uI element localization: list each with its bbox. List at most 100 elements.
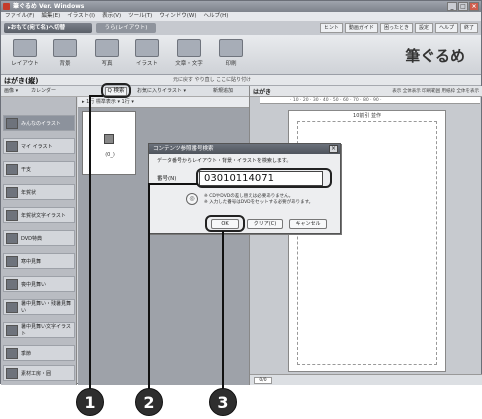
menu-illustration[interactable]: イラスト(I) [67, 12, 95, 21]
sidebar-item-label: みんなのイラスト [21, 120, 61, 127]
sidebar-item-shochu-text[interactable]: 暑中見舞い文字イラスト [3, 322, 75, 338]
illustration-image [104, 134, 114, 144]
category-thumb [6, 255, 18, 267]
category-thumb [6, 301, 18, 313]
menu-tools[interactable]: ツール(T) [128, 12, 152, 21]
edit-tools[interactable]: 元に戻す やり直し ここに貼り付け [173, 76, 251, 83]
menu-file[interactable]: ファイル(F) [5, 12, 34, 21]
category-sidebar: みんなのイラスト マイ イラスト 干支 年賀状 年賀状文字イラスト DVD特典 … [1, 97, 77, 385]
menu-view[interactable]: 表示(V) [102, 12, 121, 21]
sidebar-item-label: 季節 [21, 350, 32, 357]
sidebar-item-label: 喪中見舞い [21, 281, 47, 288]
category-thumb [6, 347, 18, 359]
input-highlight [196, 168, 332, 188]
category-thumb [6, 367, 18, 379]
sidebar-item-dvd-bonus[interactable]: DVD特典 [3, 230, 75, 246]
callout-line-1 [89, 95, 91, 389]
category-thumb [6, 324, 18, 336]
text-tool-button[interactable]: 文章・文字 [171, 39, 207, 69]
settings-button[interactable]: 設定 [414, 23, 433, 33]
calendar-button[interactable]: カレンダー [31, 87, 56, 94]
sidebar-item-everyone-illust[interactable]: みんなのイラスト [3, 115, 75, 131]
minimize-button[interactable]: _ [447, 2, 457, 11]
dialog-note-line: ※ 入力した番号はDVDをセットする必要があります。 [204, 199, 314, 205]
illustration-tool-label: イラスト [136, 61, 158, 67]
sidebar-item-label: 暑中見舞い・残暑見舞い [21, 301, 72, 314]
video-guide-button[interactable]: 動画ガイド [344, 23, 378, 33]
background-icon [53, 39, 77, 57]
switch-to-address-button[interactable]: ▸おもて(宛て名)へ切替 [4, 23, 92, 33]
sidebar-item-material[interactable]: 素材工房・囲 [3, 365, 75, 381]
dialog-title: コンテンツ参照番号検索 [149, 144, 340, 154]
menu-window[interactable]: ウィンドウ(W) [159, 12, 196, 21]
layout-tool-button[interactable]: レイアウト [7, 39, 43, 69]
sidebar-item-mochu[interactable]: 喪中見舞い [3, 276, 75, 292]
top-right-tools: ヒント 動画ガイド 困ったとき 設定 ヘルプ 終了 [319, 23, 478, 33]
print-tool-label: 印刷 [225, 61, 237, 67]
category-thumb [6, 163, 18, 175]
photo-tool-button[interactable]: 写真 [89, 39, 125, 69]
sidebar-item-label: 年賀状 [21, 189, 37, 196]
trouble-button[interactable]: 困ったとき [379, 23, 413, 33]
illustration-icon [135, 39, 159, 57]
image-dropdown[interactable]: 画像 ▾ [4, 87, 18, 94]
category-thumb [6, 278, 18, 290]
document-area: はがき 表示 全体表示 印刷範囲 用紙枠 全体を表示 · 10 · 20 · 3… [249, 86, 482, 385]
category-thumb [6, 186, 18, 198]
sidebar-item-label: 素材工房・囲 [21, 370, 52, 377]
document-header: はがき 表示 全体表示 印刷範囲 用紙枠 全体を表示 [250, 86, 482, 97]
background-tool-button[interactable]: 背景 [47, 39, 83, 69]
close-button[interactable]: × [469, 2, 479, 11]
layout-tool-label: レイアウト [11, 61, 39, 67]
tab-layout[interactable]: うら(レイアウト) [96, 23, 156, 33]
callout-line-1-tick [89, 95, 103, 97]
register-button[interactable]: 新規追加 [213, 87, 233, 94]
callout-marker-1: 1 [76, 388, 104, 416]
photo-icon [95, 39, 119, 57]
illustration-tool-button[interactable]: イラスト [129, 39, 165, 69]
app-logo: 筆ぐるめ [405, 47, 465, 65]
dialog-message: データ番号からレイアウト・背景・イラストを検索します。 [157, 158, 292, 164]
callout-line-3 [222, 231, 224, 390]
sidebar-item-label: DVD特典 [21, 235, 43, 242]
callout-line-2-tick [148, 183, 198, 185]
sidebar-item-kanchu[interactable]: 寒中見舞 [3, 253, 75, 269]
category-thumb [6, 232, 18, 244]
callout-marker-3: 3 [209, 388, 237, 416]
dialog-note: ※ CDやDVDの差し替えは必要ありません。 ※ 入力した番号はDVDをセットす… [204, 194, 313, 205]
window-title: 筆ぐるめ Ver. Windows [13, 3, 85, 10]
sidebar-item-nengajo-text[interactable]: 年賀状文字イラスト [3, 207, 75, 223]
help-button[interactable]: ヘルプ [434, 23, 458, 33]
sidebar-item-eto[interactable]: 干支 [3, 161, 75, 177]
hint-button[interactable]: ヒント [319, 23, 343, 33]
sidebar-item-season[interactable]: 季節 [3, 345, 75, 361]
illustration-caption: (0_) [105, 152, 115, 158]
print-icon [219, 39, 243, 57]
clear-button[interactable]: クリア(C) [247, 219, 283, 229]
category-thumb [6, 117, 18, 129]
menu-help[interactable]: ヘルプ(H) [204, 12, 229, 21]
page-indicator: 0/0 [254, 377, 272, 384]
sidebar-item-my-illust[interactable]: マイ イラスト [3, 138, 75, 154]
main-toolbar: レイアウト 背景 写真 イラスト 文章・文字 印刷 筆ぐるめ [1, 35, 481, 75]
print-tool-button[interactable]: 印刷 [213, 39, 249, 69]
category-thumb [6, 140, 18, 152]
favorites-dropdown[interactable]: お気に入りイラスト ▾ [137, 87, 186, 94]
photo-tool-label: 写真 [101, 61, 113, 67]
dialog-close-button[interactable]: × [329, 145, 338, 153]
view-tools[interactable]: 表示 全体表示 印刷範囲 用紙枠 全体を表示 [392, 88, 479, 94]
callout-line-2 [148, 183, 150, 390]
menu-bar: ファイル(F) 編集(E) イラスト(I) 表示(V) ツール(T) ウィンドウ… [1, 12, 481, 21]
menu-edit[interactable]: 編集(E) [41, 12, 60, 21]
sidebar-item-shochu[interactable]: 暑中見舞い・残暑見舞い [3, 299, 75, 315]
exit-button[interactable]: 終了 [459, 23, 478, 33]
maximize-button[interactable]: □ [458, 2, 468, 11]
app-icon [3, 3, 10, 10]
search-highlight [101, 83, 131, 98]
panel-header[interactable]: ▸ 1行 標準表示 ▾ 1行 ▾ [78, 97, 249, 108]
sidebar-item-nengajo[interactable]: 年賀状 [3, 184, 75, 200]
cancel-button[interactable]: キャンセル [289, 219, 327, 229]
nav-row: ▸おもて(宛て名)へ切替 うら(レイアウト) ヒント 動画ガイド 困ったとき 設… [1, 21, 481, 35]
background-tool-label: 背景 [59, 61, 71, 67]
disc-icon: ◎ [186, 193, 198, 205]
